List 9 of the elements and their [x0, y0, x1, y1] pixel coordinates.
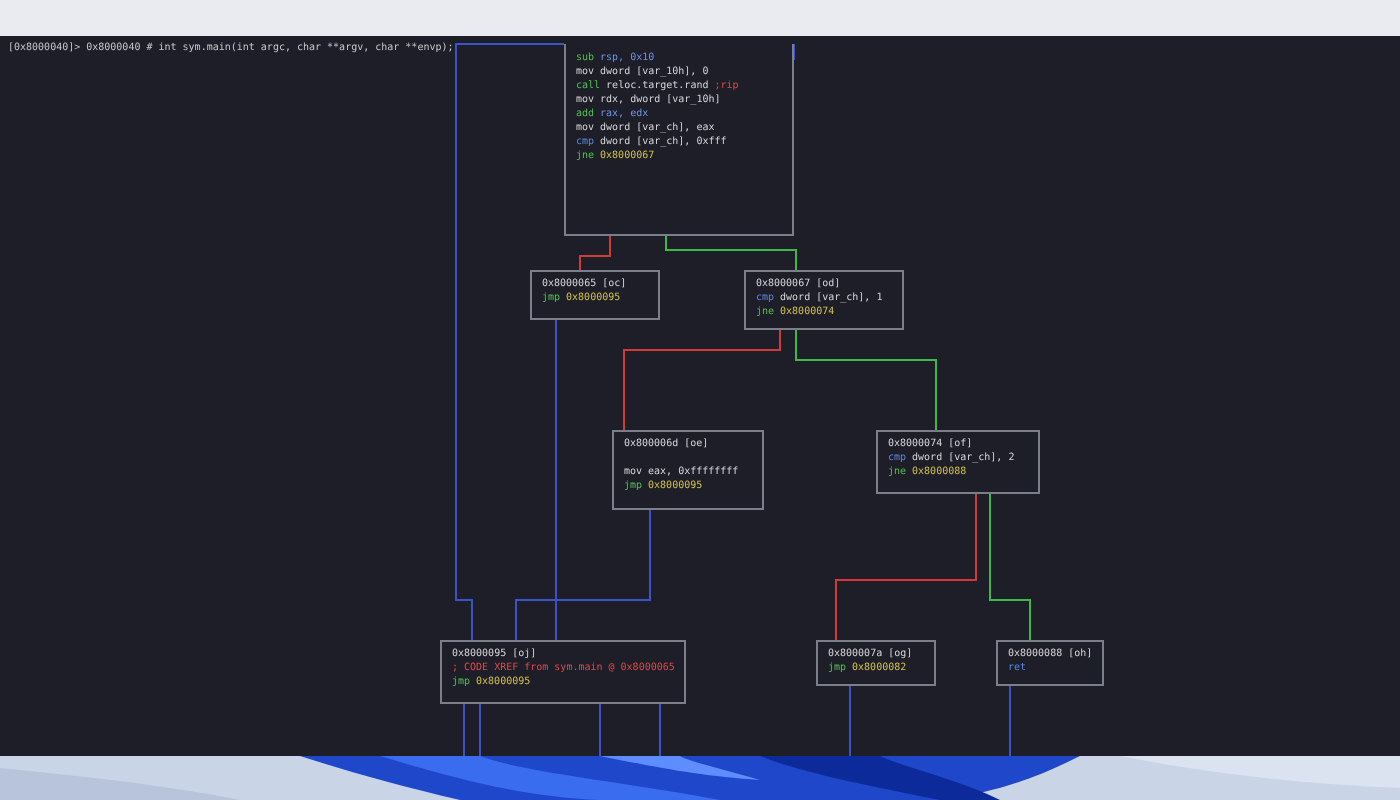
edge-line — [599, 703, 601, 756]
edge-line — [579, 235, 611, 271]
edge-line — [795, 329, 937, 431]
edge-line — [479, 703, 481, 756]
edge-line — [1009, 685, 1011, 756]
edge-line — [463, 703, 465, 756]
edge-line — [665, 235, 797, 271]
edge-line — [849, 685, 851, 756]
edge-line — [659, 703, 661, 756]
